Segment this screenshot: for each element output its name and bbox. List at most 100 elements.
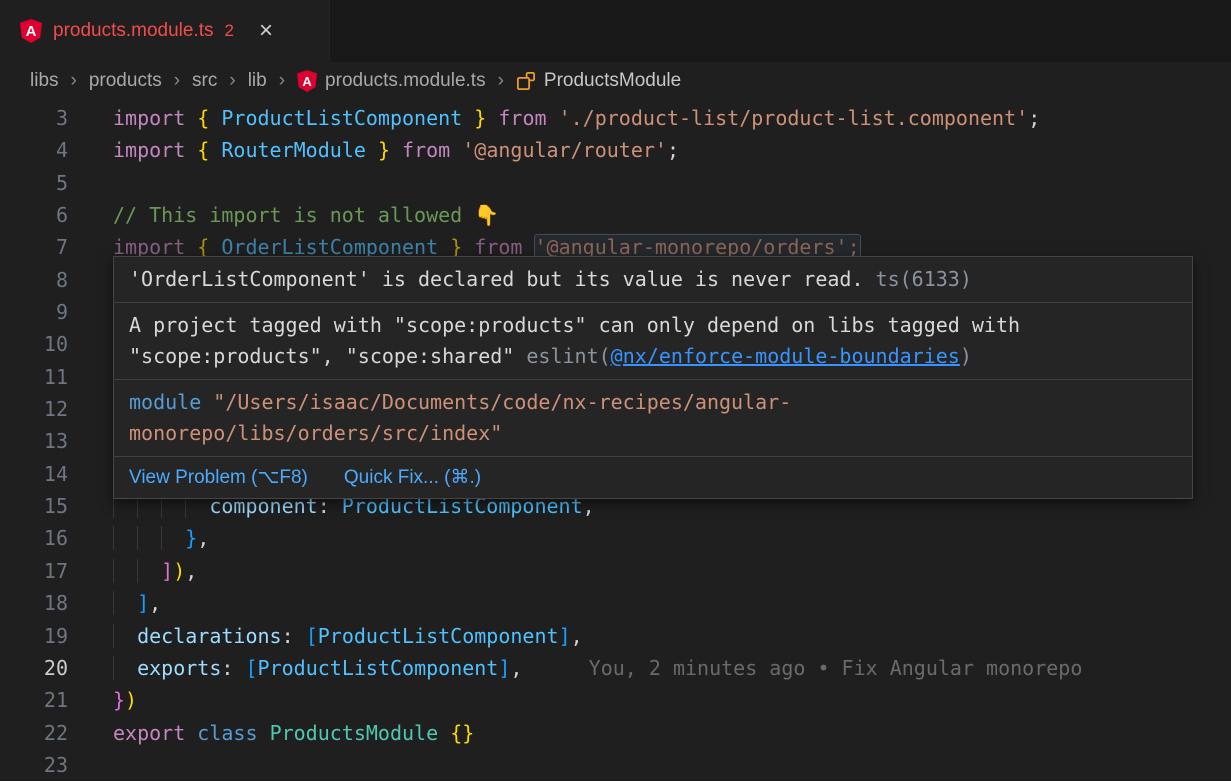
breadcrumb-item-file[interactable]: A products.module.ts	[297, 70, 486, 92]
chevron-right-icon: ›	[498, 70, 504, 92]
code-line[interactable]: 22export class ProductsModule {}	[0, 717, 1231, 749]
diagnostic-text: "scope:products", "scope:shared"	[129, 344, 526, 368]
code-token: ProductsModule	[270, 721, 439, 745]
line-number[interactable]: 8	[0, 264, 68, 296]
line-number[interactable]: 4	[0, 134, 68, 166]
code-line[interactable]: 3import { ProductListComponent } from '.…	[0, 102, 1231, 134]
eslint-rule-link[interactable]: @nx/enforce-module-boundaries	[611, 344, 960, 368]
code-token	[294, 624, 306, 648]
code-token: ,	[510, 656, 522, 680]
code-token: ProductListComponent	[221, 106, 462, 130]
code-line[interactable]: 5	[0, 167, 1231, 199]
line-number[interactable]: 12	[0, 393, 68, 425]
code-token	[113, 656, 137, 680]
code-token: './product-list/product-list.component'	[559, 106, 1029, 130]
tab-products-module[interactable]: A products.module.ts 2 ×	[0, 0, 330, 62]
code-token	[185, 138, 197, 162]
line-number[interactable]: 7	[0, 231, 68, 263]
code-line[interactable]: 20 exports: [ProductListComponent],You, …	[0, 652, 1231, 684]
tab-title: products.module.ts	[53, 20, 214, 42]
code-line[interactable]: 16 },	[0, 522, 1231, 554]
code-line[interactable]: 23	[0, 749, 1231, 781]
diagnostic-source: ts(6133)	[864, 267, 972, 291]
line-number[interactable]: 3	[0, 102, 68, 134]
code-token: ]	[498, 656, 510, 680]
line-number[interactable]: 23	[0, 749, 68, 781]
breadcrumb-symbol-label: ProductsModule	[544, 70, 681, 92]
breadcrumb-item-src[interactable]: src	[192, 70, 217, 92]
view-problem-button[interactable]: View Problem (⌥F8)	[129, 466, 308, 489]
code-content: declarations: [ProductListComponent],	[68, 620, 583, 652]
line-number[interactable]: 10	[0, 328, 68, 360]
code-token: ;	[667, 138, 679, 162]
code-line[interactable]: 21})	[0, 684, 1231, 716]
code-token	[113, 559, 161, 583]
chevron-right-icon: ›	[229, 70, 235, 92]
code-token	[233, 656, 245, 680]
line-number[interactable]: 21	[0, 684, 68, 716]
breadcrumb-file-label: products.module.ts	[325, 70, 486, 92]
code-token: ProductListComponent	[258, 656, 499, 680]
breadcrumb-item-lib[interactable]: lib	[248, 70, 267, 92]
code-token	[547, 106, 559, 130]
code-token: :	[282, 624, 294, 648]
close-icon[interactable]: ×	[259, 19, 273, 43]
diagnostic-source-suffix: )	[960, 344, 972, 368]
line-number[interactable]: 15	[0, 490, 68, 522]
code-content: },	[68, 522, 209, 554]
code-token	[390, 138, 402, 162]
code-token: ProductListComponent	[318, 624, 559, 648]
code-token: ;	[1028, 106, 1040, 130]
line-number[interactable]: 6	[0, 199, 68, 231]
breadcrumb-item-products[interactable]: products	[89, 70, 162, 92]
code-token	[113, 624, 137, 648]
code-token	[209, 138, 221, 162]
line-number[interactable]: 14	[0, 458, 68, 490]
code-token: ,	[571, 624, 583, 648]
code-token: 👇	[474, 203, 499, 227]
diagnostic-text: 'OrderListComponent' is declared but its…	[129, 267, 864, 291]
code-token: exports	[137, 656, 221, 680]
breadcrumb-item-libs[interactable]: libs	[30, 70, 59, 92]
code-token: import	[113, 106, 185, 130]
code-token: ]	[161, 559, 173, 583]
code-line[interactable]: 19 declarations: [ProductListComponent],	[0, 620, 1231, 652]
code-token	[366, 138, 378, 162]
line-number[interactable]: 11	[0, 361, 68, 393]
code-token	[209, 106, 221, 130]
line-number[interactable]: 9	[0, 296, 68, 328]
code-content: export class ProductsModule {}	[68, 717, 474, 749]
chevron-right-icon: ›	[71, 70, 77, 92]
tab-error-count-badge: 2	[225, 21, 234, 41]
angular-file-icon: A	[20, 19, 42, 43]
code-line[interactable]: 17 ]),	[0, 555, 1231, 587]
line-number[interactable]: 22	[0, 717, 68, 749]
code-line[interactable]: 6// This import is not allowed 👇	[0, 199, 1231, 231]
code-token: import	[113, 138, 185, 162]
code-token: '@angular/router'	[462, 138, 667, 162]
line-number[interactable]: 19	[0, 620, 68, 652]
code-line[interactable]: 18 ],	[0, 587, 1231, 619]
code-content: ],	[68, 587, 161, 619]
line-number[interactable]: 16	[0, 522, 68, 554]
code-editor[interactable]: 3import { ProductListComponent } from '.…	[0, 100, 1231, 780]
code-token: }	[474, 106, 486, 130]
line-number[interactable]: 17	[0, 555, 68, 587]
module-info-line1: module "/Users/isaac/Documents/code/nx-r…	[129, 387, 1177, 418]
line-number[interactable]: 13	[0, 425, 68, 457]
code-line[interactable]: 4import { RouterModule } from '@angular/…	[0, 134, 1231, 166]
breadcrumb-item-symbol[interactable]: ProductsModule	[516, 70, 681, 92]
quick-fix-button[interactable]: Quick Fix... (⌘.)	[344, 466, 481, 489]
line-number[interactable]: 20	[0, 652, 68, 684]
module-keyword: module	[129, 390, 201, 414]
eslint-diagnostic-message: A project tagged with "scope:products" c…	[114, 303, 1192, 380]
code-token: {	[197, 138, 209, 162]
line-number[interactable]: 5	[0, 167, 68, 199]
tab-bar: A products.module.ts 2 ×	[0, 0, 1231, 62]
line-number[interactable]: 18	[0, 587, 68, 619]
hover-action-bar: View Problem (⌥F8) Quick Fix... (⌘.)	[114, 457, 1192, 498]
code-token: ,	[185, 559, 197, 583]
code-token: {	[197, 106, 209, 130]
module-info-line2: monorepo/libs/orders/src/index"	[129, 418, 1177, 449]
code-token	[113, 591, 137, 615]
